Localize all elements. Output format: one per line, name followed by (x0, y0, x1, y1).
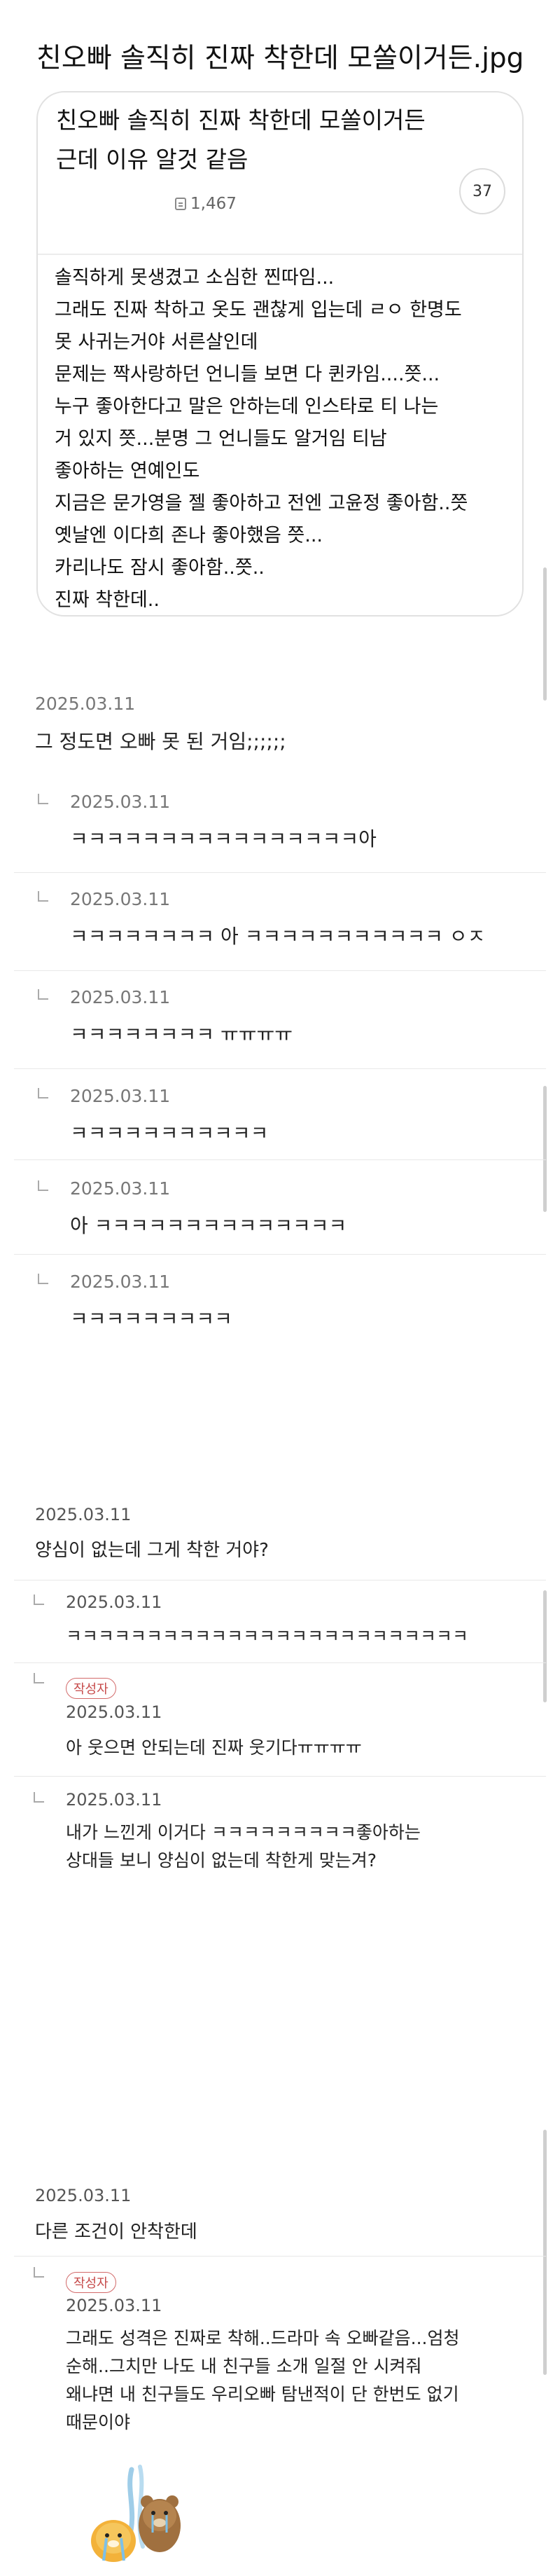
reply-arrow-icon (34, 1673, 44, 1683)
reply-text: 아 ㅋㅋㅋㅋㅋㅋㅋㅋㅋㅋㅋㅋㅋㅋ (70, 1214, 347, 1237)
divider (14, 2256, 546, 2257)
view-count-value: 1,467 (190, 195, 237, 213)
reply-text: 아 웃으면 안되는데 진짜 웃기다ㅠㅠㅠㅠ (66, 1737, 362, 1758)
reply-date: 2025.03.11 (70, 1272, 171, 1292)
reply-text: ㅋㅋㅋㅋㅋㅋㅋㅋㅋ (70, 1307, 232, 1330)
post-card[interactable]: 친오빠 솔직히 진짜 착한데 모쏠이거든 근데 이유 알것 같음 1,467 3… (36, 91, 524, 617)
divider (14, 872, 546, 873)
reply-text: ㅋㅋㅋㅋㅋㅋㅋㅋㅋㅋㅋ (70, 1122, 269, 1145)
reply-date: 2025.03.11 (70, 889, 171, 909)
reply-date: 2025.03.11 (66, 1790, 162, 1810)
reply-text-line: 때문이야 (66, 2412, 131, 2432)
reply-arrow-icon (38, 794, 48, 804)
reply-date: 2025.03.11 (66, 1702, 162, 1722)
reply-date: 2025.03.11 (70, 1086, 171, 1106)
reply-date: 2025.03.11 (66, 1592, 162, 1612)
reply-arrow-icon (34, 2267, 44, 2278)
post-body: 솔직하게 못생겼고 소심한 찐따임... 그래도 진짜 착하고 옷도 괜찮게 입… (55, 262, 510, 615)
reply-text: ㅋㅋㅋㅋㅋㅋㅋㅋ ㅠㅠㅠㅠ (70, 1023, 293, 1046)
reply-text: ㅋㅋㅋㅋㅋㅋㅋㅋ 아 ㅋㅋㅋㅋㅋㅋㅋㅋㅋㅋㅋ ㅇㅈ (70, 925, 486, 948)
post-body-line: 옛날엔 이다희 존나 좋아했음 쯧... (55, 525, 323, 546)
reply-arrow-icon (38, 1088, 48, 1098)
reply-arrow-icon (34, 1594, 44, 1605)
divider (14, 1254, 546, 1255)
reply-date: 2025.03.11 (70, 792, 171, 812)
scrollbar[interactable] (543, 1590, 547, 1702)
view-count: 1,467 (175, 195, 237, 213)
reply-arrow-icon (38, 1180, 48, 1191)
post-body-line: 그래도 진짜 착하고 옷도 괜찮게 입는데 ㄹㅇ 한명도 (55, 299, 462, 321)
reply-text-line: 왜냐면 내 친구들도 우리오빠 탐낸적이 단 한번도 없기 (66, 2384, 459, 2404)
reply-date: 2025.03.11 (66, 2296, 162, 2315)
post-body-line: 지금은 문가영을 젤 좋아하고 전엔 고윤정 좋아함..쯧 (55, 493, 468, 514)
post-body-line: 거 있지 쯧...분명 그 언니들도 알거임 티남 (55, 428, 387, 450)
reply-arrow-icon (38, 989, 48, 1000)
post-title-line: 친오빠 솔직히 진짜 착한데 모쏠이거든 (56, 106, 426, 134)
comment-date: 2025.03.11 (35, 2186, 132, 2205)
reply-text-line: 순해..그치만 나도 내 친구들 소개 일절 안 시켜줘 (66, 2356, 422, 2376)
post-body-line: 좋아하는 연예인도 (55, 460, 200, 482)
divider (14, 1068, 546, 1069)
reply-arrow-icon (38, 1274, 48, 1284)
post-title: 친오빠 솔직히 진짜 착한데 모쏠이거든 근데 이유 알것 같음 (56, 101, 448, 179)
comment-text: 양심이 없는데 그게 착한 거야? (35, 1540, 269, 1561)
post-body-line: 누구 좋아한다고 말은 안하는데 인스타로 티 나는 (55, 396, 439, 418)
comment-text: 그 정도면 오빠 못 된 거임;;;;;; (35, 730, 286, 753)
reply-text-line: 상대들 보니 양심이 없는데 착한게 맞는겨? (66, 1850, 377, 1871)
views-icon (175, 198, 186, 210)
reply-arrow-icon (38, 891, 48, 902)
divider (14, 1159, 546, 1160)
scrollbar[interactable] (543, 567, 547, 701)
post-body-line: 솔직하게 못생겼고 소심한 찐따임... (55, 267, 335, 289)
crying-characters-sticker (83, 2463, 195, 2568)
comment-date: 2025.03.11 (35, 694, 136, 714)
post-body-line: 문제는 짝사랑하던 언니들 보면 다 퀸카임....쯧... (55, 364, 440, 385)
scrollbar[interactable] (543, 1086, 547, 1212)
reply-text: 내가 느낀게 이거다 ㅋㅋㅋㅋㅋㅋㅋㅋㅋ좋아하는 상대들 보니 양심이 없는데 … (66, 1819, 421, 1875)
reply-text: 그래도 성격은 진짜로 착해..드라마 속 오빠같음...엄청 순해..그치만 … (66, 2324, 521, 2437)
post-body-line: 카리나도 잠시 좋아함..쯧.. (55, 557, 265, 579)
card-divider (38, 254, 522, 255)
reply-date: 2025.03.11 (70, 987, 171, 1007)
comment-count-badge[interactable]: 37 (459, 168, 505, 214)
scrollbar[interactable] (543, 2130, 547, 2375)
reply-text-line: 내가 느낀게 이거다 ㅋㅋㅋㅋㅋㅋㅋㅋㅋ좋아하는 (66, 1822, 421, 1843)
reply-arrow-icon (34, 1792, 44, 1803)
post-body-line: 진짜 착한데.. (55, 589, 160, 611)
post-title-line: 근데 이유 알것 같음 (56, 146, 248, 173)
reply-text: ㅋㅋㅋㅋㅋㅋㅋㅋㅋㅋㅋㅋㅋㅋㅋㅋ아 (70, 827, 377, 850)
comment-date: 2025.03.11 (35, 1505, 132, 1524)
reply-text: ㅋㅋㅋㅋㅋㅋㅋㅋㅋㅋㅋㅋㅋㅋㅋㅋㅋㅋㅋㅋㅋㅋㅋㅋㅋ (66, 1626, 469, 1646)
divider (14, 1662, 546, 1663)
post-body-line: 못 사귀는거야 서른살인데 (55, 331, 258, 353)
author-badge: 작성자 (66, 2272, 116, 2293)
reply-text-line: 그래도 성격은 진짜로 착해..드라마 속 오빠같음...엄청 (66, 2328, 460, 2348)
comment-text: 다른 조건이 안착한데 (35, 2222, 197, 2243)
author-badge: 작성자 (66, 1678, 116, 1699)
reply-date: 2025.03.11 (70, 1178, 171, 1199)
divider (14, 1776, 546, 1777)
divider (14, 970, 546, 971)
page-title: 친오빠 솔직히 진짜 착한데 모쏠이거든.jpg (36, 43, 524, 74)
